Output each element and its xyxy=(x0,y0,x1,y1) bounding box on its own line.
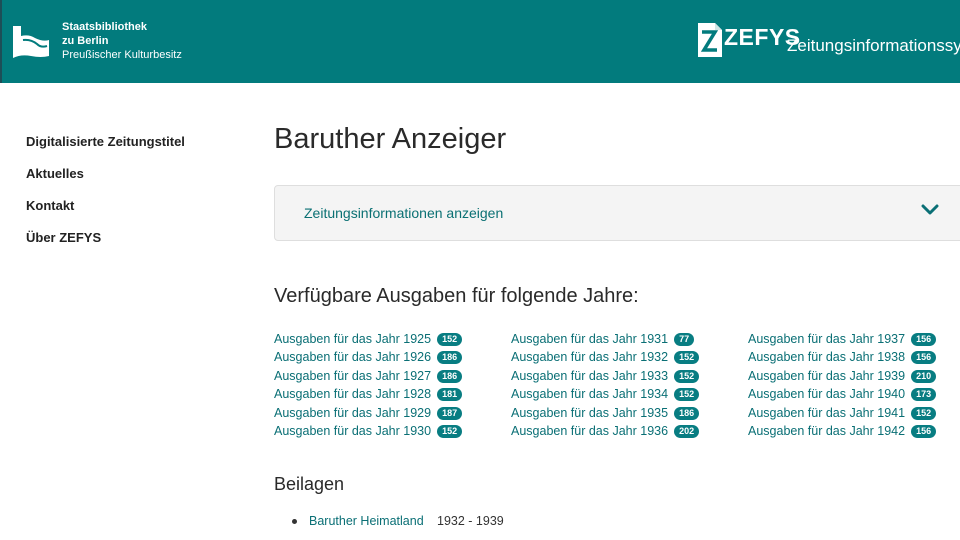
year-link-1930[interactable]: Ausgaben für das Jahr 1930 152 xyxy=(274,422,504,440)
issue-count-badge: 181 xyxy=(437,388,463,402)
nav-item-kontakt[interactable]: Kontakt xyxy=(26,197,185,229)
year-label: Ausgaben für das Jahr 1932 xyxy=(511,350,669,365)
year-label: Ausgaben für das Jahr 1935 xyxy=(511,405,669,420)
years-column: Ausgaben für das Jahr 1931 77 Ausgaben fü… xyxy=(511,330,741,440)
library-eagle-logo-icon[interactable] xyxy=(11,22,51,62)
year-link-1940[interactable]: Ausgaben für das Jahr 1940 173 xyxy=(748,385,960,403)
bullet-icon xyxy=(292,519,297,524)
issue-count-badge: 187 xyxy=(437,406,463,420)
year-link-1941[interactable]: Ausgaben für das Jahr 1941 152 xyxy=(748,404,960,422)
page-title: Baruther Anzeiger xyxy=(274,123,507,155)
zefys-subtitle: Zeitungsinformationssyst xyxy=(787,36,960,55)
supplements-heading: Beilagen xyxy=(274,474,345,494)
year-link-1932[interactable]: Ausgaben für das Jahr 1932 152 xyxy=(511,348,741,366)
year-label: Ausgaben für das Jahr 1926 xyxy=(274,350,432,365)
year-link-1942[interactable]: Ausgaben für das Jahr 1942 156 xyxy=(748,422,960,440)
issue-count-badge: 186 xyxy=(437,351,463,365)
supplement-year-range: 1932 - 1939 xyxy=(437,514,504,528)
issue-count-badge: 77 xyxy=(674,333,695,346)
accordion-label: Zeitungsinformationen anzeigen xyxy=(304,205,504,221)
year-link-1935[interactable]: Ausgaben für das Jahr 1935 186 xyxy=(511,404,741,422)
issue-count-badge: 152 xyxy=(674,369,700,383)
issue-count-badge: 186 xyxy=(674,406,700,420)
year-link-1931[interactable]: Ausgaben für das Jahr 1931 77 xyxy=(511,330,741,348)
library-name-line1: Staatsbibliothek xyxy=(62,21,147,33)
issue-count-badge: 156 xyxy=(911,351,937,365)
year-label: Ausgaben für das Jahr 1936 xyxy=(511,423,669,438)
year-link-1936[interactable]: Ausgaben für das Jahr 1936 202 xyxy=(511,422,741,440)
year-label: Ausgaben für das Jahr 1939 xyxy=(748,368,906,383)
year-link-1927[interactable]: Ausgaben für das Jahr 1927 186 xyxy=(274,367,504,385)
sidebar-nav: Digitalisierte Zeitungstitel Aktuelles K… xyxy=(26,133,185,261)
year-link-1925[interactable]: Ausgaben für das Jahr 1925 152 xyxy=(274,330,504,348)
library-name-line3: Preußischer Kulturbesitz xyxy=(62,49,182,61)
year-label: Ausgaben für das Jahr 1937 xyxy=(748,332,906,346)
years-heading: Verfügbare Ausgaben für folgende Jahre: xyxy=(274,285,639,307)
year-label: Ausgaben für das Jahr 1941 xyxy=(748,405,906,420)
year-link-1929[interactable]: Ausgaben für das Jahr 1929 187 xyxy=(274,404,504,422)
newspaper-info-accordion[interactable]: Zeitungsinformationen anzeigen xyxy=(274,185,960,241)
issue-count-badge: 173 xyxy=(911,388,937,402)
year-link-1939[interactable]: Ausgaben für das Jahr 1939 210 xyxy=(748,367,960,385)
issue-count-badge: 186 xyxy=(437,369,463,383)
issue-count-badge: 156 xyxy=(911,333,937,346)
years-column: Ausgaben für das Jahr 1937 156 Ausgaben f… xyxy=(748,330,960,440)
year-label: Ausgaben für das Jahr 1927 xyxy=(274,368,432,383)
year-label: Ausgaben für das Jahr 1938 xyxy=(748,350,906,365)
issue-count-badge: 152 xyxy=(437,333,463,346)
issue-count-badge: 156 xyxy=(911,424,937,438)
year-label: Ausgaben für das Jahr 1925 xyxy=(274,332,432,346)
issue-count-badge: 202 xyxy=(674,424,700,438)
library-name[interactable]: Staatsbibliothek zu Berlin Preußischer K… xyxy=(62,20,182,62)
year-link-1928[interactable]: Ausgaben für das Jahr 1928 181 xyxy=(274,385,504,403)
year-label: Ausgaben für das Jahr 1934 xyxy=(511,387,669,402)
year-label: Ausgaben für das Jahr 1942 xyxy=(748,423,906,438)
year-label: Ausgaben für das Jahr 1931 xyxy=(511,332,669,346)
issue-count-badge: 152 xyxy=(674,351,700,365)
nav-item-aktuelles[interactable]: Aktuelles xyxy=(26,165,185,197)
supplement-link[interactable]: Baruther Heimatland xyxy=(309,514,424,528)
year-link-1934[interactable]: Ausgaben für das Jahr 1934 152 xyxy=(511,385,741,403)
zefys-document-icon xyxy=(698,23,722,57)
library-name-line2: zu Berlin xyxy=(62,35,109,47)
years-column: Ausgaben für das Jahr 1925 152 Ausgaben f… xyxy=(274,330,504,440)
site-header: Staatsbibliothek zu Berlin Preußischer K… xyxy=(0,0,960,83)
year-link-1937[interactable]: Ausgaben für das Jahr 1937 156 xyxy=(748,330,960,348)
issue-count-badge: 152 xyxy=(911,406,937,420)
year-link-1938[interactable]: Ausgaben für das Jahr 1938 156 xyxy=(748,348,960,366)
year-label: Ausgaben für das Jahr 1930 xyxy=(274,423,432,438)
chevron-down-icon xyxy=(921,204,939,215)
year-label: Ausgaben für das Jahr 1933 xyxy=(511,368,669,383)
nav-item-digitalisierte-zeitungstitel[interactable]: Digitalisierte Zeitungstitel xyxy=(26,133,185,165)
issue-count-badge: 152 xyxy=(437,424,463,438)
year-link-1933[interactable]: Ausgaben für das Jahr 1933 152 xyxy=(511,367,741,385)
issue-count-badge: 210 xyxy=(911,369,937,383)
year-link-1926[interactable]: Ausgaben für das Jahr 1926 186 xyxy=(274,348,504,366)
year-label: Ausgaben für das Jahr 1940 xyxy=(748,387,906,402)
year-label: Ausgaben für das Jahr 1929 xyxy=(274,405,432,420)
year-label: Ausgaben für das Jahr 1928 xyxy=(274,387,432,402)
issue-count-badge: 152 xyxy=(674,388,700,402)
nav-item-ueber-zefys[interactable]: Über ZEFYS xyxy=(26,229,185,261)
